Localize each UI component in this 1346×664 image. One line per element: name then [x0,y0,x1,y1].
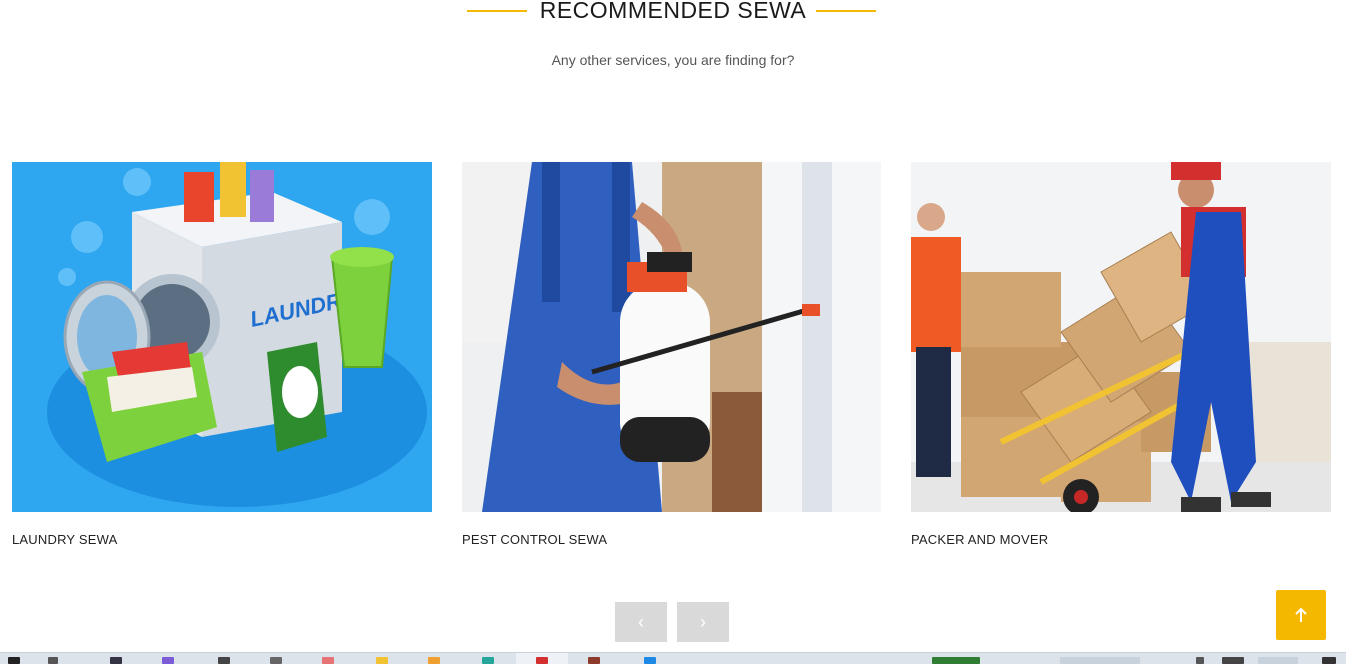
movers-photo [911,162,1331,512]
section-subtitle: Any other services, you are finding for? [551,52,795,68]
packer-mover-image[interactable] [911,162,1331,512]
service-card-laundry[interactable]: LAUNDRY LAUNDRY SEWA [12,162,432,547]
title-decor-line-right [816,10,876,12]
card-title-laundry[interactable]: LAUNDRY SEWA [12,532,117,547]
laundry-image[interactable]: LAUNDRY [12,162,432,512]
card-title-packer-mover[interactable]: PACKER AND MOVER [911,532,1048,547]
pest-control-image[interactable] [462,162,881,512]
section-title: RECOMMENDED SEWA [539,0,807,23]
chevron-right-icon: › [700,611,706,632]
arrow-up-icon [1295,607,1307,622]
carousel-prev-button[interactable]: ‹ [615,602,667,642]
chevron-left-icon: ‹ [638,611,644,632]
card-title-pest-control[interactable]: PEST CONTROL SEWA [462,532,607,547]
os-taskbar [0,652,1346,664]
section-header: RECOMMENDED SEWA [0,0,1346,30]
laundry-illustration: LAUNDRY [12,162,432,512]
pest-control-photo [462,162,881,512]
service-card-packer-mover[interactable]: PACKER AND MOVER [911,162,1331,547]
carousel-next-button[interactable]: › [677,602,729,642]
service-card-pest-control[interactable]: PEST CONTROL SEWA [462,162,881,547]
scroll-to-top-button[interactable] [1276,590,1326,640]
